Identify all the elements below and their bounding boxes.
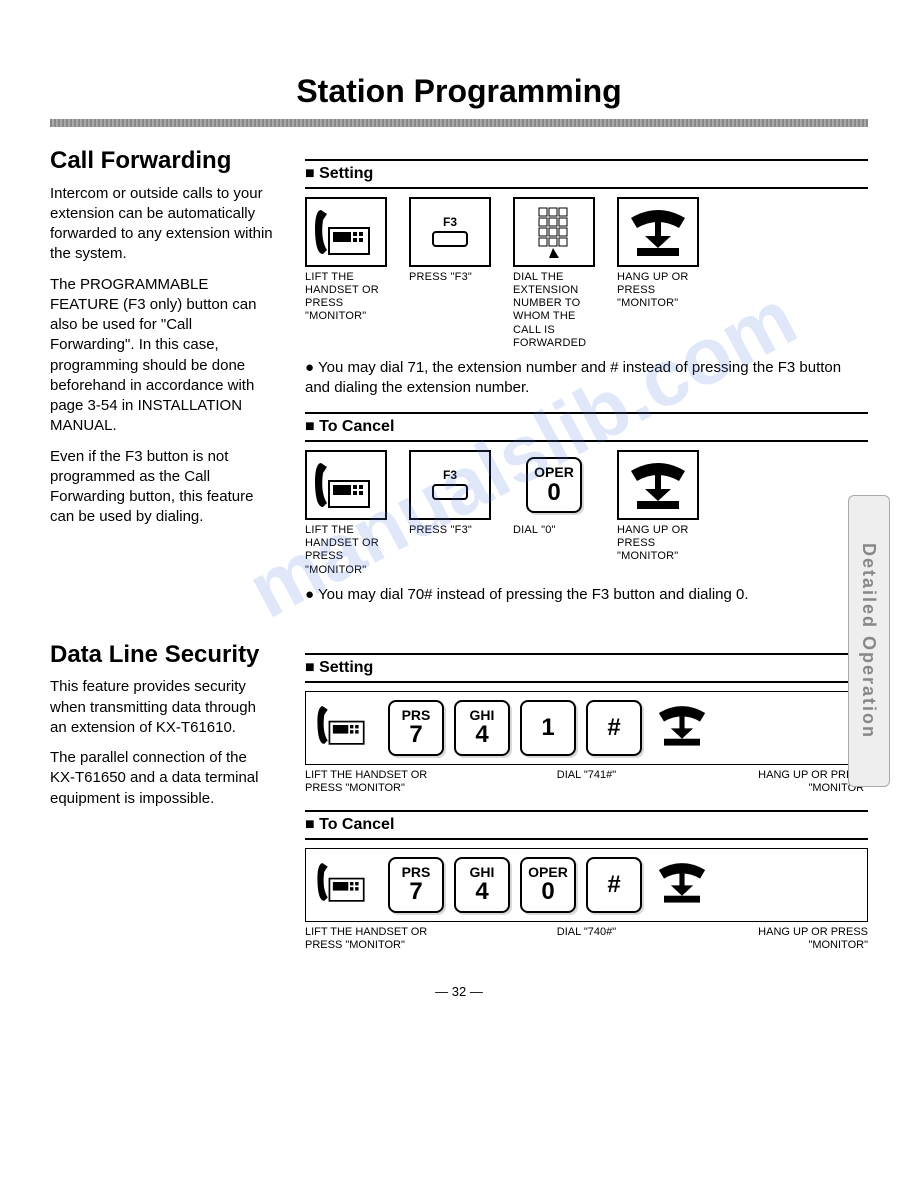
dls-setting-heading: Setting [305,653,868,683]
step-caption: HANG UP OR PRESS "MONITOR" [738,926,868,954]
cf-cancel-note: You may dial 70# instead of pressing the… [305,585,868,605]
dls-cancel-heading: To Cancel [305,810,868,840]
cf-cancel-steps: LIFT THE HANDSET OR PRESS "MONITOR" F3 P… [305,450,868,577]
step-caption: HANG UP OR PRESS "MONITOR" [617,271,707,311]
dls-intro-1: This feature provides security when tran… [50,677,275,738]
cf-setting-steps: LIFT THE HANDSET OR PRESS "MONITOR" F3 P… [305,197,868,350]
step-caption: HANG UP OR PRESS "MONITOR" [617,524,707,564]
cancel-heading: To Cancel [305,412,868,442]
svg-text:F3: F3 [443,468,457,482]
oper-0-key-icon: OPER0 [520,857,576,913]
hangup-icon [652,857,716,913]
prs-7-key-icon: PRS7 [388,700,444,756]
data-line-security-heading: Data Line Security [50,639,275,671]
hangup-icon [652,700,716,756]
step-caption: LIFT THE HANDSET OR PRESS "MONITOR" [305,926,435,954]
step-caption: LIFT THE HANDSET OR PRESS "MONITOR" [305,271,395,324]
cf-setting-note: You may dial 71, the extension number an… [305,358,868,399]
telephone-icon [305,450,387,520]
hangup-icon [617,197,699,267]
hash-key-icon: # [586,700,642,756]
key-digit: 0 [547,480,560,505]
telephone-icon [305,197,387,267]
step-caption: DIAL "0" [513,524,603,537]
telephone-icon [314,857,378,913]
step-caption: DIAL THE EXTENSION NUMBER TO WHOM THE CA… [513,271,603,350]
call-fwd-intro-1: Intercom or outside calls to your extens… [50,184,275,265]
call-fwd-intro-3: Even if the F3 button is not programmed … [50,447,275,528]
step-caption: PRESS "F3" [409,524,499,537]
prs-7-key-icon: PRS7 [388,857,444,913]
telephone-icon [314,700,378,756]
call-fwd-intro-2: The PROGRAMMABLE FEATURE (F3 only) butto… [50,275,275,437]
page-number: — 32 — [50,983,868,1001]
setting-heading: Setting [305,159,868,189]
dls-cancel-steps: PRS7 GHI4 OPER0 # LIFT THE HANDSET OR PR… [305,848,868,954]
f3-button-icon: F3 [409,197,491,267]
f3-button-icon: F3 [409,450,491,520]
dls-intro-2: The parallel connection of the KX-T61650… [50,748,275,809]
side-tab-detailed-operation: Detailed Operation [848,495,890,787]
step-caption: LIFT THE HANDSET OR PRESS "MONITOR" [305,769,435,797]
ghi-4-key-icon: GHI4 [454,700,510,756]
step-caption: PRESS "F3" [409,271,499,284]
page-title: Station Programming [50,70,868,113]
oper-0-key-icon: OPER0 [513,450,595,520]
call-forwarding-heading: Call Forwarding [50,145,275,177]
one-key-icon: 1 [520,700,576,756]
step-caption: LIFT THE HANDSET OR PRESS "MONITOR" [305,524,395,577]
key-top: OPER [534,465,574,480]
keypad-icon [513,197,595,267]
svg-text:F3: F3 [443,215,457,229]
step-caption: DIAL "740#" [522,926,652,954]
dls-setting-steps: PRS7 GHI4 1 # LIFT THE HANDSET OR PRESS … [305,691,868,797]
title-rule [50,119,868,127]
hangup-icon [617,450,699,520]
hash-key-icon: # [586,857,642,913]
ghi-4-key-icon: GHI4 [454,857,510,913]
step-caption: DIAL "741#" [522,769,652,797]
